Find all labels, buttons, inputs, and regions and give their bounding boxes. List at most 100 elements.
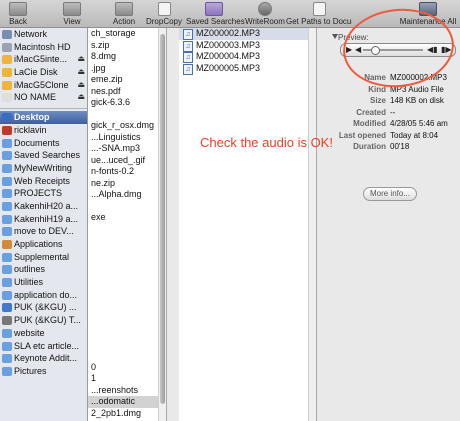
sidebar-item[interactable]: Utilities [0,276,87,289]
sidebar-item[interactable]: iMacG5Clone ⏏ [0,79,87,92]
sidebar-item[interactable]: Web Receipts [0,175,87,188]
audio-player[interactable]: ▶ ◀ ◀▮ ▮▶ [340,43,456,57]
column-1-scrollbar[interactable] [158,28,166,421]
list-item[interactable]: ...reenshots [88,385,166,397]
sidebar-item[interactable]: PUK (&KGU) ... [0,301,87,314]
list-item [88,350,166,362]
list-item[interactable]: eme.zip [88,74,166,86]
dropcopy-button[interactable]: DropCopy [144,0,184,27]
folder-icon [2,163,12,173]
list-item[interactable]: .jpg [88,63,166,75]
eject-icon[interactable]: ⏏ [77,91,85,104]
file-row[interactable]: ♫ MZ000003.MP3 [179,40,316,52]
sidebar-item[interactable]: KakenhiH20 a... [0,200,87,213]
list-item[interactable]: exe [88,212,166,224]
sidebar-item[interactable]: website [0,327,87,340]
sidebar-places: Desktop ricklavin Documents Saved Searches M… [0,111,87,377]
list-item[interactable]: ne.zip [88,178,166,190]
sidebar-item[interactable]: Network [0,28,87,41]
sidebar-item-label: Supplemental [14,251,70,262]
sidebar-item[interactable]: KakenhiH19 a... [0,213,87,226]
view-button[interactable]: View [52,0,92,27]
list-item[interactable]: ...-SNA.mp3 [88,143,166,155]
back-button[interactable]: Back [2,0,34,27]
sidebar-item[interactable]: Desktop [0,111,87,124]
info-key: Modified [353,119,386,128]
list-item[interactable]: nes.pdf [88,86,166,98]
sidebar-item-label: PUK (&KGU) T... [14,315,81,326]
action-button[interactable]: Action [106,0,142,27]
get-paths-button[interactable]: Get Paths to Documents [286,0,352,27]
list-item[interactable]: ...Linguistics [88,132,166,144]
sidebar-item[interactable]: PUK (&KGU) T... [0,314,87,327]
list-item[interactable]: ch_storage [88,28,166,40]
column-2-list: ♫ MZ000002.MP3 ♫ MZ000003.MP3 ♫ MZ000004.MP3 ♫… [179,28,316,75]
audio-file-icon: ♫ [183,52,193,63]
writeroom-button[interactable]: WriteRoom [244,0,286,27]
info-value: 4/28/05 5:46 am [390,119,448,128]
more-info-button[interactable]: More info... [363,187,417,201]
sidebar-item[interactable]: application do... [0,289,87,302]
list-item[interactable]: ...odomatic [88,396,166,408]
sidebar-item-label: KakenhiH19 a... [14,213,79,224]
sidebar-item[interactable]: Pictures [0,365,87,378]
sidebar-item[interactable]: PROJECTS [0,187,87,200]
folder-icon [2,214,12,224]
sidebar-item-label: KakenhiH20 a... [14,200,79,211]
file-row[interactable]: ♫ MZ000005.MP3 [179,63,316,75]
eject-icon[interactable]: ⏏ [77,53,85,66]
list-item[interactable]: gick_r_osx.dmg [88,120,166,132]
sidebar-item[interactable]: ricklavin [0,124,87,137]
sidebar-item[interactable]: Documents [0,137,87,150]
writeroom-icon [258,2,272,16]
info-row: Kind MP3 Audio File [318,85,460,95]
rewind-icon[interactable]: ◀▮ [427,44,438,56]
list-item[interactable]: 2_2pb1.dmg [88,408,166,420]
playback-knob[interactable] [371,46,380,55]
volume-icon[interactable]: ◀ [355,44,361,56]
sidebar-item[interactable]: MyNewWriting [0,162,87,175]
sidebar-item[interactable]: Saved Searches [0,149,87,162]
sidebar-item[interactable]: Supplemental [0,251,87,264]
playback-slider[interactable] [363,46,423,55]
sidebar-item[interactable]: Applications [0,238,87,251]
sidebar-item[interactable]: LaCie Disk ⏏ [0,66,87,79]
file-row[interactable]: ♫ MZ000002.MP3 [179,28,316,40]
list-item [88,339,166,351]
sidebar-item[interactable]: NO NAME ⏏ [0,91,87,104]
list-item[interactable]: 0 [88,362,166,374]
scroll-thumb[interactable] [160,34,165,404]
file-row[interactable]: ♫ MZ000004.MP3 [179,51,316,63]
sidebar-item-label: NO NAME [14,92,57,103]
sidebar-item[interactable]: SLA etc article... [0,340,87,353]
list-item[interactable]: ue...uced_.gif [88,155,166,167]
column-2-scrollbar[interactable] [308,28,316,421]
list-item[interactable]: n-fonts-0.2 [88,166,166,178]
file-name: MZ000002.MP3 [196,28,261,38]
browser-column-1[interactable]: ch_storage s.zip 8.dmg .jpg eme.zip nes.pdf gi… [88,28,167,421]
eject-icon[interactable]: ⏏ [77,79,85,92]
maintenance-button[interactable]: Maintenance All [398,0,458,27]
list-item[interactable]: 1 [88,373,166,385]
info-value: -- [390,107,396,117]
eject-icon[interactable]: ⏏ [77,66,85,79]
view-icon [63,2,81,16]
saved-searches-button[interactable]: Saved Searches [186,0,245,27]
forward-icon[interactable]: ▮▶ [441,44,452,56]
sidebar-devices: Network Macintosh HD iMacG5inte... ⏏ LaCie D… [0,28,87,104]
folder-icon [2,265,12,275]
sidebar-item[interactable]: iMacG5inte... ⏏ [0,53,87,66]
sidebar-item[interactable]: move to DEV... [0,225,87,238]
list-item[interactable]: gick-6.3.6 [88,97,166,109]
play-icon[interactable]: ▶ [346,44,352,56]
browser-column-2[interactable]: ♫ MZ000002.MP3 ♫ MZ000003.MP3 ♫ MZ000004.MP3 ♫… [179,28,317,421]
list-item [88,293,166,305]
sidebar-item[interactable]: outlines [0,263,87,276]
sidebar-item[interactable]: Macintosh HD [0,41,87,54]
sidebar-item[interactable]: Keynote Addit... [0,352,87,365]
list-item[interactable]: ...Alpha.dmg [88,189,166,201]
info-row: Name MZ000002.MP3 [318,73,460,83]
list-item[interactable]: s.zip [88,40,166,52]
list-item[interactable]: 8.dmg [88,51,166,63]
hard-disk-icon [2,80,12,90]
